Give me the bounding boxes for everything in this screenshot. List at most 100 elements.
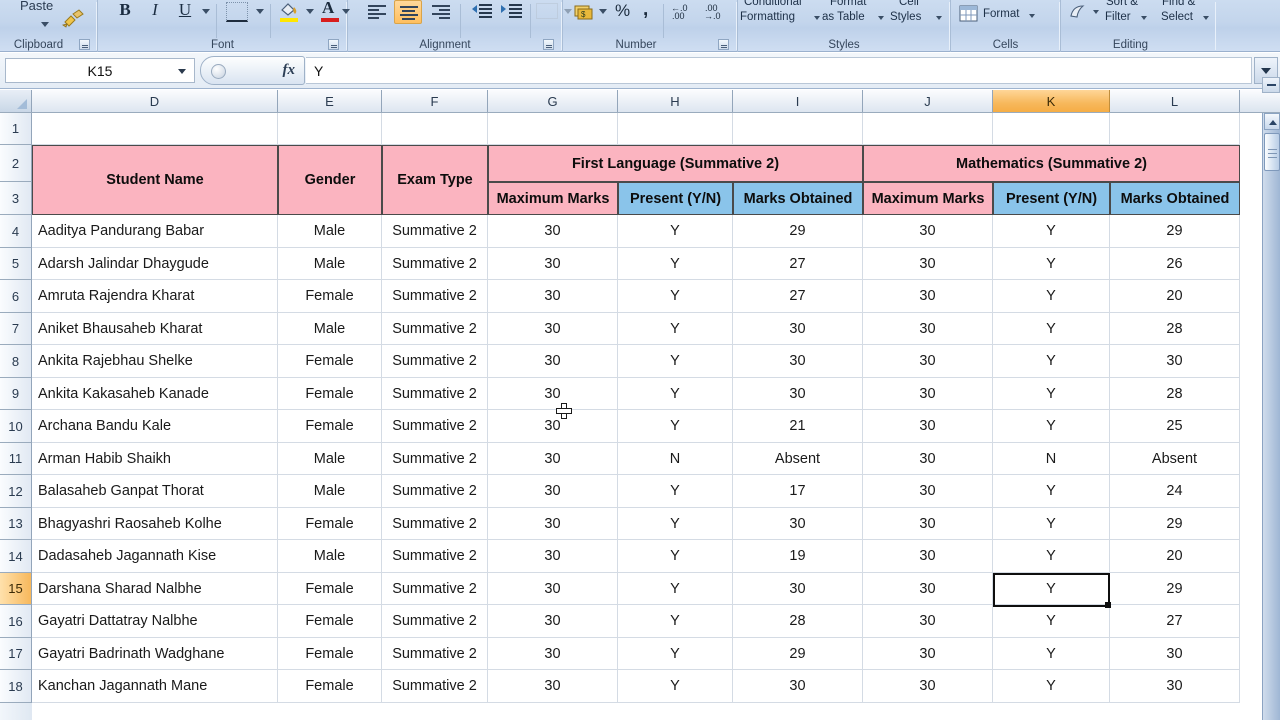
cell-exam-row-8[interactable]: Summative 2: [382, 345, 488, 378]
cell-fl_marks-row-10[interactable]: 21: [733, 410, 863, 443]
italic-button[interactable]: I: [142, 0, 168, 22]
cell-m_marks-row-14[interactable]: 20: [1110, 540, 1240, 573]
vertical-scrollbar[interactable]: [1262, 77, 1280, 720]
clipboard-dialog-launcher[interactable]: [79, 39, 90, 50]
row-header-8[interactable]: 8: [0, 345, 32, 378]
header-fl-maximum-marks[interactable]: Maximum Marks: [488, 182, 618, 215]
cell-fl_present-row-15[interactable]: Y: [618, 573, 733, 605]
cell-fl_marks-row-11[interactable]: Absent: [733, 443, 863, 475]
fill-handle[interactable]: [1105, 602, 1111, 608]
cell-fl_present-row-11[interactable]: N: [618, 443, 733, 475]
cell-fl_max-row-7[interactable]: 30: [488, 313, 618, 345]
column-header-k[interactable]: K: [993, 90, 1110, 112]
cell-fl_marks-row-16[interactable]: 28: [733, 605, 863, 638]
cell-exam-row-12[interactable]: Summative 2: [382, 475, 488, 508]
name-box-dropdown-caret[interactable]: [178, 69, 186, 74]
row-header-1[interactable]: 1: [0, 113, 32, 145]
header-exam-type[interactable]: Exam Type: [382, 145, 488, 215]
header-fl-present[interactable]: Present (Y/N): [618, 182, 733, 215]
row-header-5[interactable]: 5: [0, 248, 32, 280]
format-cells-caret[interactable]: [1029, 14, 1035, 18]
cell-exam-row-4[interactable]: Summative 2: [382, 215, 488, 248]
cell-fl_marks-row-7[interactable]: 30: [733, 313, 863, 345]
column-header-f[interactable]: F: [382, 90, 488, 112]
cell-fl_max-row-13[interactable]: 30: [488, 508, 618, 540]
cell-fl_present-row-8[interactable]: Y: [618, 345, 733, 378]
cell-m_max-row-6[interactable]: 30: [863, 280, 993, 313]
cell-fl_present-row-17[interactable]: Y: [618, 638, 733, 670]
row-header-4[interactable]: 4: [0, 215, 32, 248]
cell-fl_marks-row-4[interactable]: 29: [733, 215, 863, 248]
cell-m_max-row-10[interactable]: 30: [863, 410, 993, 443]
cell-m_marks-row-18[interactable]: 30: [1110, 670, 1240, 703]
cell-fl_present-row-5[interactable]: Y: [618, 248, 733, 280]
row-header-17[interactable]: 17: [0, 638, 32, 670]
column-header-e[interactable]: E: [278, 90, 382, 112]
conditional-formatting-caret[interactable]: [814, 16, 820, 20]
clear-icon[interactable]: [1067, 2, 1091, 22]
cell-m_marks-row-11[interactable]: Absent: [1110, 443, 1240, 475]
borders-dropdown-caret[interactable]: [256, 9, 264, 14]
cell-fl_marks-row-17[interactable]: 29: [733, 638, 863, 670]
cell-student-name-row-5[interactable]: Adarsh Jalindar Dhaygude: [32, 248, 278, 280]
cell-gender-row-14[interactable]: Male: [278, 540, 382, 573]
cell-student-name-row-10[interactable]: Archana Bandu Kale: [32, 410, 278, 443]
row-header-13[interactable]: 13: [0, 508, 32, 540]
cell-gender-row-12[interactable]: Male: [278, 475, 382, 508]
cell-student-name-row-13[interactable]: Bhagyashri Raosaheb Kolhe: [32, 508, 278, 540]
cell-student-name-row-16[interactable]: Gayatri Dattatray Nalbhe: [32, 605, 278, 638]
header-math-marks-obtained[interactable]: Marks Obtained: [1110, 182, 1240, 215]
borders-icon[interactable]: [226, 2, 248, 22]
format-cells-button[interactable]: Format: [955, 4, 1055, 26]
cell-m_present-row-5[interactable]: Y: [993, 248, 1110, 280]
cell-m_present-row-8[interactable]: Y: [993, 345, 1110, 378]
group-header-mathematics[interactable]: Mathematics (Summative 2): [863, 145, 1240, 182]
cell-gender-row-13[interactable]: Female: [278, 508, 382, 540]
cell-m_max-row-15[interactable]: 30: [863, 573, 993, 605]
cell-m_present-row-4[interactable]: Y: [993, 215, 1110, 248]
cell-fl_max-row-9[interactable]: 30: [488, 378, 618, 410]
align-right-button[interactable]: [428, 2, 454, 22]
cell-m_max-row-16[interactable]: 30: [863, 605, 993, 638]
cell-fl_marks-row-12[interactable]: 17: [733, 475, 863, 508]
formula-input[interactable]: Y: [306, 57, 1252, 84]
cell-gender-row-5[interactable]: Male: [278, 248, 382, 280]
cell-styles-caret[interactable]: [936, 16, 942, 20]
cell-m_marks-row-4[interactable]: 29: [1110, 215, 1240, 248]
row-header-3[interactable]: 3: [0, 182, 32, 215]
cell-fl_present-row-12[interactable]: Y: [618, 475, 733, 508]
find-select-caret[interactable]: [1203, 16, 1209, 20]
cell-e1[interactable]: [278, 113, 382, 145]
cell-l1[interactable]: [1110, 113, 1240, 145]
cell-gender-row-8[interactable]: Female: [278, 345, 382, 378]
cell-student-name-row-7[interactable]: Aniket Bhausaheb Kharat: [32, 313, 278, 345]
accounting-dropdown-caret[interactable]: [599, 9, 607, 14]
cell-exam-row-18[interactable]: Summative 2: [382, 670, 488, 703]
cell-student-name-row-4[interactable]: Aaditya Pandurang Babar: [32, 215, 278, 248]
column-header-l[interactable]: L: [1110, 90, 1240, 112]
cell-m_marks-row-15[interactable]: 29: [1110, 573, 1240, 605]
cell-m_max-row-5[interactable]: 30: [863, 248, 993, 280]
bold-button[interactable]: B: [112, 0, 138, 22]
sort-filter-caret[interactable]: [1141, 16, 1147, 20]
row-header-6[interactable]: 6: [0, 280, 32, 313]
paste-dropdown-caret[interactable]: [41, 22, 49, 27]
cell-student-name-row-18[interactable]: Kanchan Jagannath Mane: [32, 670, 278, 703]
column-header-d[interactable]: D: [32, 90, 278, 112]
cell-m_present-row-16[interactable]: Y: [993, 605, 1110, 638]
comma-style-button[interactable]: ,: [643, 0, 648, 21]
cell-m_max-row-4[interactable]: 30: [863, 215, 993, 248]
cell-fl_max-row-6[interactable]: 30: [488, 280, 618, 313]
cell-g1[interactable]: [488, 113, 618, 145]
cell-fl_marks-row-5[interactable]: 27: [733, 248, 863, 280]
cell-gender-row-11[interactable]: Male: [278, 443, 382, 475]
cell-m_marks-row-13[interactable]: 29: [1110, 508, 1240, 540]
cell-m_marks-row-8[interactable]: 30: [1110, 345, 1240, 378]
underline-dropdown-caret[interactable]: [202, 9, 210, 14]
cell-m_marks-row-10[interactable]: 25: [1110, 410, 1240, 443]
cell-m_max-row-12[interactable]: 30: [863, 475, 993, 508]
cell-m_max-row-18[interactable]: 30: [863, 670, 993, 703]
group-header-first-language[interactable]: First Language (Summative 2): [488, 145, 863, 182]
cell-fl_present-row-4[interactable]: Y: [618, 215, 733, 248]
cell-m_present-row-12[interactable]: Y: [993, 475, 1110, 508]
